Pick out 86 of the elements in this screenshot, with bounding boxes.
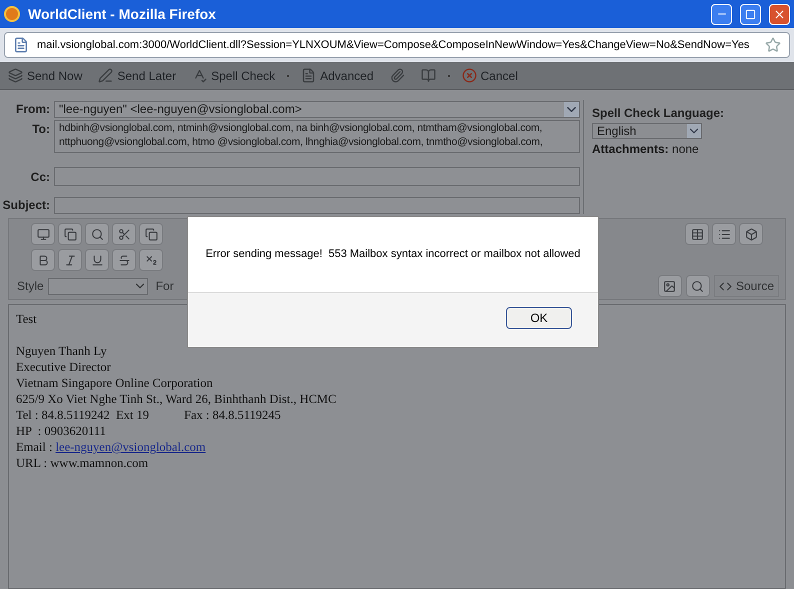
format-label: For bbox=[156, 278, 174, 295]
paperclip-icon bbox=[390, 68, 404, 83]
body-line: Vietnam Singapore Online Corporation bbox=[16, 375, 213, 391]
toolbar-button[interactable]: Advanced bbox=[297, 66, 378, 84]
email-line: Email : lee-nguyen@vsionglobal.com bbox=[16, 439, 207, 455]
pencil-icon bbox=[98, 68, 114, 83]
stack-icon bbox=[8, 68, 23, 83]
cancel-icon bbox=[462, 68, 476, 83]
cube-icon bbox=[744, 228, 758, 240]
cc-label: Cc: bbox=[30, 168, 50, 186]
from-value: "lee-nguyen" <lee-nguyen@vsionglobal.com> bbox=[59, 101, 303, 118]
body-line: Test bbox=[16, 311, 37, 327]
to-field[interactable]: hdbinh@vsionglobal.com, ntminh@vsionglobal.com, na binh@vsionglobal.com, ntmtham@vsionglobal.com, nttphuong@vsionglobal.com, htmo @vsionglobal.com, lhnghia@vsionglobal.com, tnmtho@vsionglobal.com, bbox=[54, 120, 580, 153]
editor-tool-button[interactable] bbox=[685, 223, 709, 245]
source-icon bbox=[718, 280, 732, 292]
book-icon bbox=[420, 68, 436, 83]
from-dropdown[interactable]: "lee-nguyen" <lee-nguyen@vsionglobal.com> bbox=[54, 100, 580, 118]
subscript-icon bbox=[144, 254, 158, 266]
maximize-icon bbox=[745, 8, 756, 20]
message-body[interactable] bbox=[8, 304, 786, 589]
window-title: WorldClient - Mozilla Firefox bbox=[28, 4, 217, 24]
cut-icon bbox=[118, 228, 130, 240]
editor-tool-button[interactable] bbox=[658, 275, 682, 297]
body-line: Nguyen Thanh Ly bbox=[16, 343, 107, 359]
editor-tool-button[interactable] bbox=[739, 223, 763, 245]
phone-text: Tel : 84.8.5119242 Ext 19 bbox=[16, 407, 150, 423]
close-button[interactable] bbox=[769, 4, 790, 24]
spellcheck-icon bbox=[192, 68, 208, 83]
error-message: Error sending message! 553 Mailbox syntax incorrect or mailbox not allowed bbox=[206, 247, 580, 262]
attachments-text: Attachments: none bbox=[592, 141, 700, 158]
editor-tool-button[interactable] bbox=[112, 249, 136, 271]
browser-logo-icon bbox=[4, 6, 20, 22]
toolbar-button[interactable]: Spell Check bbox=[188, 66, 280, 84]
body-line: HP : 0903620111 bbox=[16, 423, 107, 439]
language-dropdown[interactable]: English bbox=[592, 123, 702, 139]
editor-tool-button[interactable] bbox=[31, 223, 55, 245]
strikethrough-icon bbox=[118, 254, 130, 266]
editor-tool-button[interactable] bbox=[712, 223, 736, 245]
close-icon bbox=[773, 8, 786, 20]
recipient-line: hdbinh@vsionglobal.com, ntminh@vsionglobal.com, na binh@vsionglobal.com, ntmtham@vsionglobal.com, bbox=[59, 121, 544, 135]
editor-tool-button[interactable] bbox=[139, 249, 163, 271]
from-label: From: bbox=[15, 101, 50, 118]
subject-label: Subject: bbox=[2, 197, 50, 214]
language-value: English bbox=[597, 123, 638, 140]
editor-tool-button[interactable] bbox=[85, 223, 109, 245]
style-label: Style bbox=[17, 278, 44, 295]
pages-icon bbox=[64, 228, 76, 240]
body-line: Executive Director bbox=[16, 359, 111, 375]
maximize-button[interactable] bbox=[740, 4, 761, 24]
italic-icon bbox=[64, 254, 76, 266]
preview-icon bbox=[90, 228, 104, 240]
email-link[interactable]: lee-nguyen@vsionglobal.com bbox=[56, 440, 206, 454]
minimize-button[interactable] bbox=[711, 4, 732, 24]
recipient-line: nttphuong@vsionglobal.com, htmo @vsionglobal.com, lhnghia@vsionglobal.com, tnmtho@vsionglobal.com, bbox=[59, 135, 544, 149]
subject-field[interactable] bbox=[54, 196, 580, 214]
editor-tool-button[interactable] bbox=[686, 275, 710, 297]
fax-text: Fax : 84.8.5119245 bbox=[184, 407, 281, 423]
table-icon bbox=[690, 228, 704, 240]
editor-tool-button[interactable] bbox=[31, 249, 55, 271]
editor-tool-button[interactable] bbox=[139, 223, 163, 245]
body-line: 625/9 Xo Viet Nghe Tinh St., Ward 26, Binhthanh Dist., HCMC bbox=[16, 391, 336, 407]
copy-icon bbox=[144, 228, 158, 240]
source-button[interactable]: Source bbox=[714, 275, 779, 297]
toolbar-button[interactable]: Send Now bbox=[4, 66, 86, 84]
spell-language-label: Spell Check Language: bbox=[592, 105, 724, 122]
address-bar[interactable]: mail.vsionglobal.com:3000/WorldClient.dll?Session=YLNXOUM&View=Compose&ComposeInNewWindow=Yes&ChangeView=No&SendNow=Yes bbox=[4, 32, 790, 58]
cc-field[interactable] bbox=[54, 167, 580, 186]
page-icon bbox=[13, 37, 29, 53]
editor-tool-button[interactable] bbox=[58, 223, 82, 245]
document-icon bbox=[301, 68, 316, 83]
list-icon bbox=[718, 228, 730, 240]
toolbar-button[interactable]: Send Later bbox=[94, 66, 180, 84]
body-line: URL : www.mamnon.com bbox=[16, 455, 150, 471]
underline-icon bbox=[90, 254, 104, 266]
editor-tool-button[interactable] bbox=[112, 223, 136, 245]
ok-button[interactable]: OK bbox=[506, 307, 572, 329]
image-icon bbox=[663, 280, 676, 292]
toolbar-button[interactable]: Cancel bbox=[458, 66, 522, 84]
window-icon bbox=[36, 228, 50, 240]
to-label: To: bbox=[31, 121, 50, 138]
bold-icon bbox=[36, 254, 50, 266]
preview-icon bbox=[691, 280, 704, 292]
bookmark-star-icon bbox=[765, 37, 781, 53]
editor-tool-button[interactable] bbox=[85, 249, 109, 271]
url-text: mail.vsionglobal.com:3000/WorldClient.dll?Session=YLNXOUM&View=Compose&ComposeInNewWindow=Yes&ChangeView=No&SendNow=Yes bbox=[37, 38, 750, 53]
editor-tool-button[interactable] bbox=[58, 249, 82, 271]
